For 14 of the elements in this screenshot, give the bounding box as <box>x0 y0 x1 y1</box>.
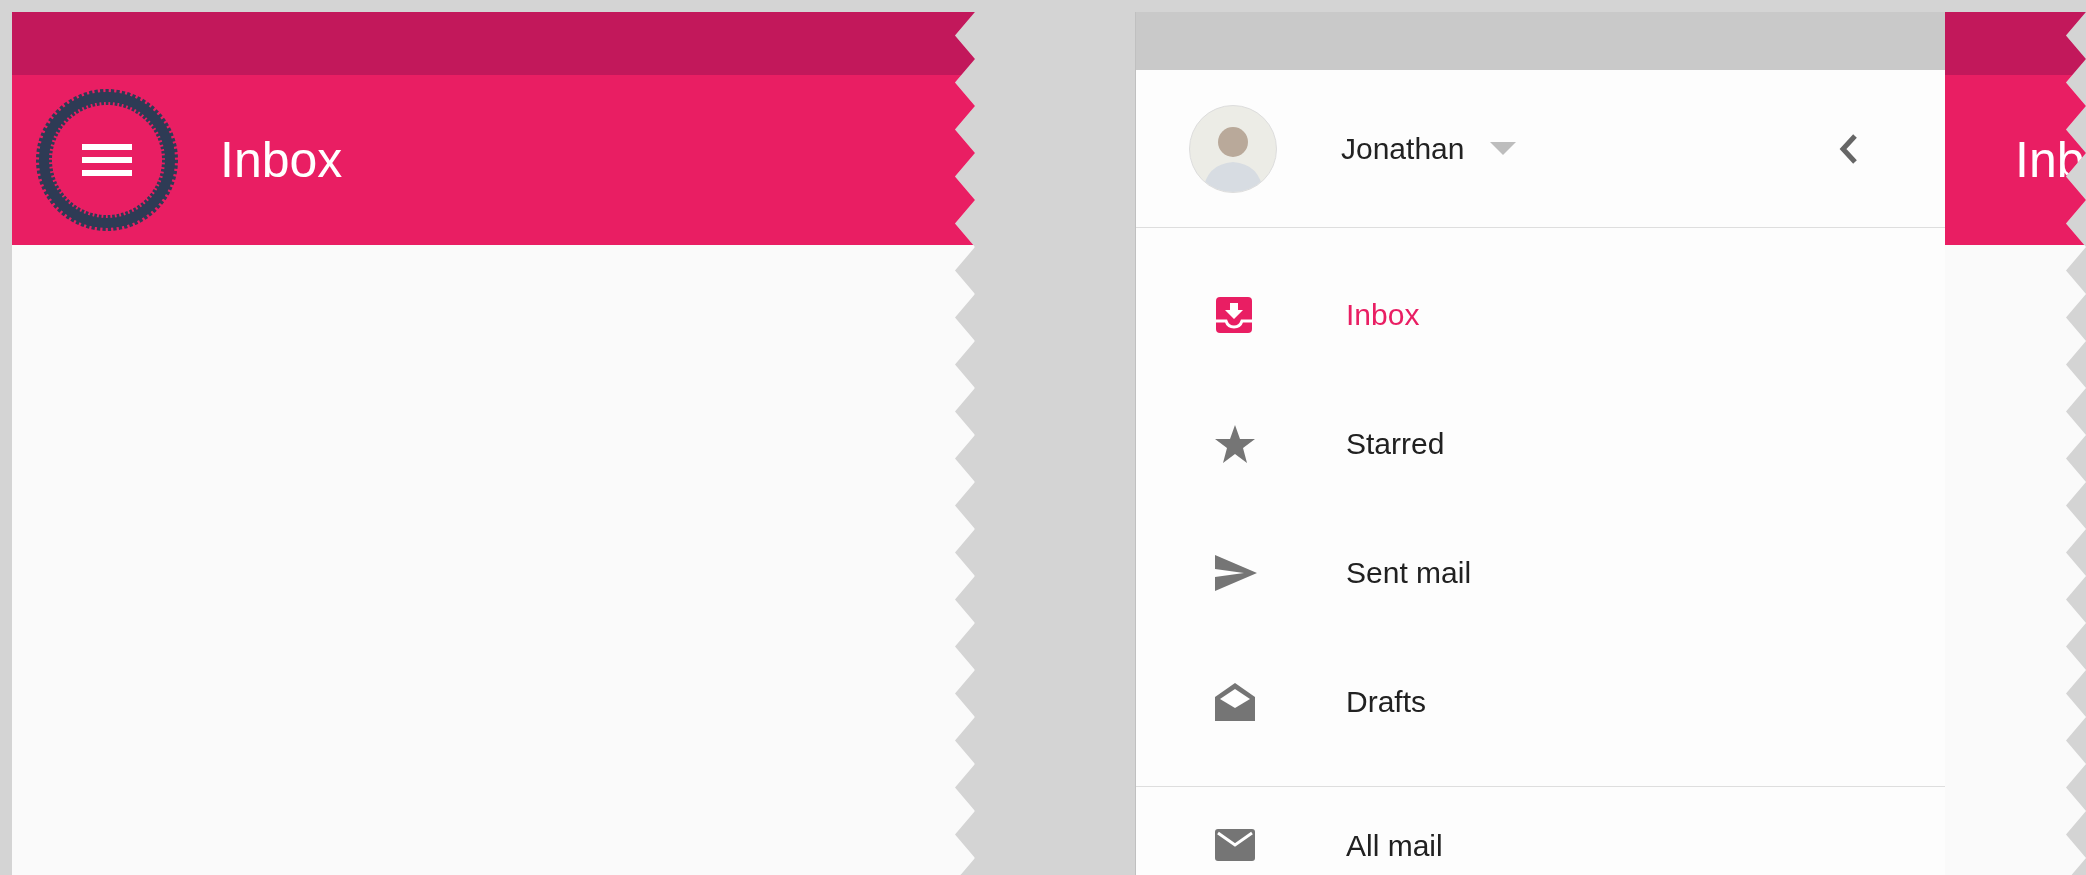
star-icon <box>1214 423 1256 464</box>
envelope-icon <box>1214 828 1256 862</box>
open-envelope-icon <box>1214 680 1256 723</box>
drawer-item[interactable]: Sent mail <box>1136 508 1945 637</box>
drawer-item[interactable]: Drafts <box>1136 637 1945 766</box>
caret-icon <box>1490 141 1517 156</box>
account-switcher[interactable]: Jonathan <box>1341 126 1517 172</box>
inbox-icon <box>1214 294 1254 335</box>
drawer-item[interactable]: Starred <box>1136 379 1945 508</box>
drawer-item[interactable]: Inbox <box>1136 250 1945 379</box>
menu-button[interactable] <box>34 87 180 233</box>
send-icon <box>1214 553 1258 592</box>
app-bar-title: Inbox <box>220 135 343 185</box>
drawer-item[interactable]: All mail <box>1136 815 1945 875</box>
